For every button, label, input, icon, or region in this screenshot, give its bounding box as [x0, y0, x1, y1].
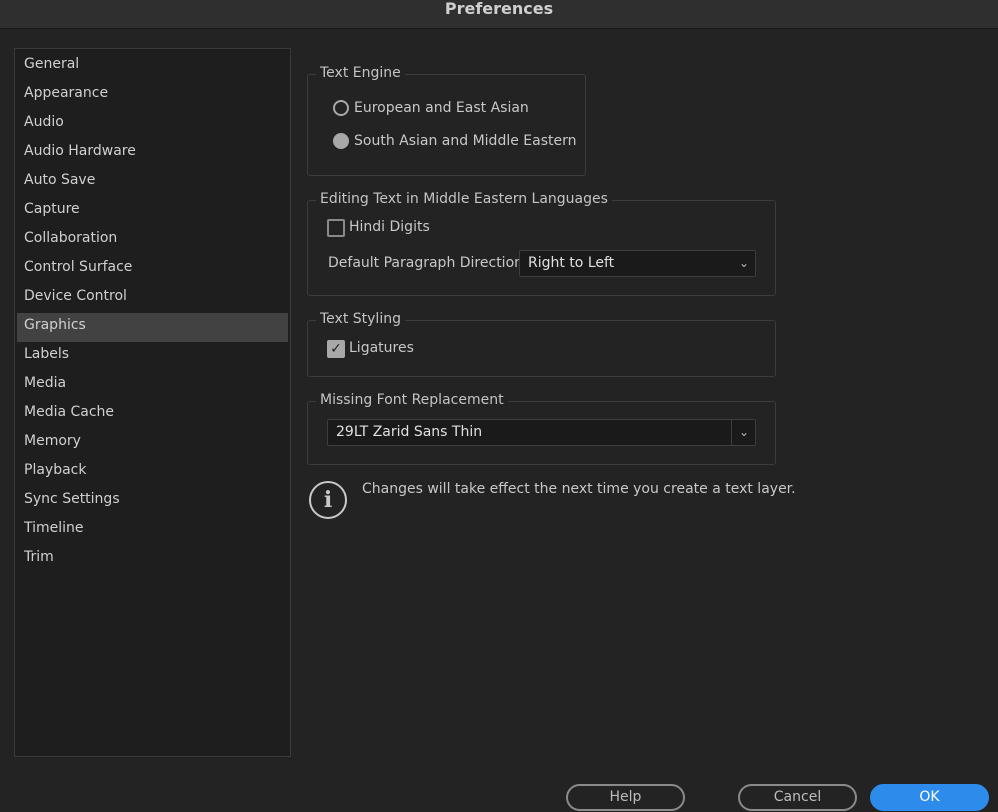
- checkbox-label[interactable]: Ligatures: [349, 340, 414, 356]
- radio-label[interactable]: European and East Asian: [354, 100, 529, 116]
- sidebar-item-audio[interactable]: Audio: [17, 110, 288, 139]
- select-value: Right to Left: [528, 255, 615, 271]
- ligatures-checkbox[interactable]: ✓: [327, 340, 345, 358]
- select-divider: [731, 420, 732, 445]
- sidebar-item-general[interactable]: General: [17, 52, 288, 81]
- sidebar-item-device-control[interactable]: Device Control: [17, 284, 288, 313]
- sidebar-item-media[interactable]: Media: [17, 371, 288, 400]
- missing-font-group: Missing Font Replacement 29LT Zarid Sans…: [307, 392, 776, 465]
- sidebar-item-timeline[interactable]: Timeline: [17, 516, 288, 545]
- radio-south-asian-middle-eastern[interactable]: [333, 133, 349, 149]
- group-title: Editing Text in Middle Eastern Languages: [316, 191, 612, 207]
- group-title: Missing Font Replacement: [316, 392, 508, 408]
- radio-label[interactable]: South Asian and Middle Eastern: [354, 133, 577, 149]
- info-text: Changes will take effect the next time y…: [362, 481, 796, 497]
- ok-button[interactable]: OK: [870, 784, 989, 811]
- sidebar-item-memory[interactable]: Memory: [17, 429, 288, 458]
- chevron-down-icon: ⌄: [738, 256, 749, 270]
- sidebar-item-collaboration[interactable]: Collaboration: [17, 226, 288, 255]
- text-engine-group: Text Engine European and East Asian Sout…: [307, 65, 586, 176]
- sidebar-item-capture[interactable]: Capture: [17, 197, 288, 226]
- dialog-title: Preferences: [0, 0, 998, 29]
- sidebar-item-auto-save[interactable]: Auto Save: [17, 168, 288, 197]
- sidebar-item-audio-hardware[interactable]: Audio Hardware: [17, 139, 288, 168]
- preferences-sidebar: General Appearance Audio Audio Hardware Auto…: [14, 48, 291, 757]
- cancel-button[interactable]: Cancel: [738, 784, 857, 811]
- group-title: Text Styling: [316, 311, 405, 327]
- sidebar-item-media-cache[interactable]: Media Cache: [17, 400, 288, 429]
- direction-label: Default Paragraph Direction:: [328, 255, 528, 271]
- styling-group: Text Styling ✓ Ligatures: [307, 311, 776, 377]
- checkbox-label[interactable]: Hindi Digits: [349, 219, 430, 235]
- info-icon: i: [309, 481, 347, 519]
- editing-group: Editing Text in Middle Eastern Languages…: [307, 191, 776, 296]
- direction-select[interactable]: Right to Left ⌄: [519, 250, 756, 277]
- group-title: Text Engine: [316, 65, 405, 81]
- sidebar-item-control-surface[interactable]: Control Surface: [17, 255, 288, 284]
- sidebar-item-appearance[interactable]: Appearance: [17, 81, 288, 110]
- font-replacement-select[interactable]: 29LT Zarid Sans Thin ⌄: [327, 419, 756, 446]
- sidebar-item-graphics[interactable]: Graphics: [17, 313, 288, 342]
- hindi-digits-checkbox[interactable]: [327, 219, 345, 237]
- sidebar-item-playback[interactable]: Playback: [17, 458, 288, 487]
- help-button[interactable]: Help: [566, 784, 685, 811]
- radio-european-east-asian[interactable]: [333, 100, 349, 116]
- select-value: 29LT Zarid Sans Thin: [336, 424, 483, 440]
- sidebar-item-trim[interactable]: Trim: [17, 545, 288, 574]
- sidebar-item-labels[interactable]: Labels: [17, 342, 288, 371]
- chevron-down-icon: ⌄: [738, 425, 749, 439]
- sidebar-item-sync-settings[interactable]: Sync Settings: [17, 487, 288, 516]
